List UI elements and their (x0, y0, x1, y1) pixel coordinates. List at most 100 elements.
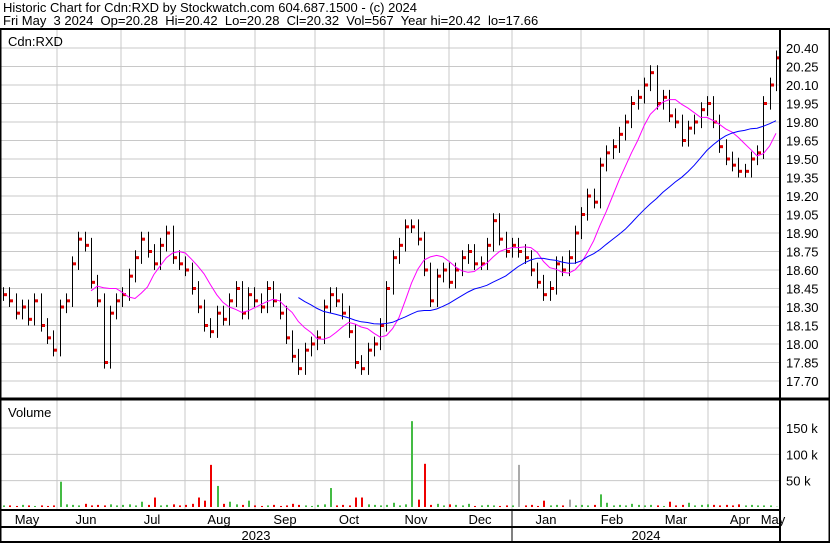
volume-bar (179, 505, 181, 508)
volume-bar (763, 505, 765, 508)
close-tick (645, 83, 648, 87)
close-tick (563, 268, 566, 272)
price-tick-label: 20.10 (786, 78, 819, 93)
month-label: Feb (601, 512, 623, 527)
year-label: 2023 (242, 528, 271, 543)
close-tick (702, 108, 705, 112)
close-tick (708, 102, 711, 105)
volume-bar (28, 505, 30, 508)
year-label: 2024 (632, 528, 661, 543)
volume-bar (317, 504, 319, 508)
close-tick (174, 256, 177, 260)
close-tick (576, 231, 579, 235)
volume-bar (575, 505, 577, 508)
close-tick (513, 243, 516, 247)
price-tick-label: 19.50 (786, 152, 819, 167)
volume-bar (569, 499, 571, 508)
volume-bar (506, 505, 508, 508)
volume-bar (418, 499, 420, 508)
close-tick (425, 268, 428, 272)
close-tick (544, 293, 547, 297)
month-label: Aug (207, 512, 230, 527)
close-tick (683, 139, 686, 142)
close-tick (193, 287, 196, 290)
month-label: Dec (468, 512, 492, 527)
close-tick (475, 262, 478, 266)
close-tick (249, 293, 252, 297)
close-tick (538, 280, 541, 284)
volume-bar (675, 505, 677, 508)
close-tick (375, 342, 378, 346)
volume-bar (455, 504, 457, 508)
volume-bar (531, 504, 533, 508)
volume-bar (770, 505, 772, 508)
volume-bar (3, 505, 5, 508)
price-tick-label: 18.90 (786, 226, 819, 241)
volume-bar (53, 505, 55, 508)
volume-bar (22, 504, 24, 508)
volume-bar (85, 503, 87, 508)
close-tick (149, 250, 152, 253)
stock-chart-window: Historic Chart for Cdn:RXD by Stockwatch… (0, 0, 830, 543)
volume-bar (198, 497, 200, 508)
close-tick (54, 348, 57, 352)
close-tick (312, 342, 315, 346)
volume-bar (650, 504, 652, 508)
close-tick (739, 169, 742, 173)
volume-pane-label: Volume (8, 405, 51, 420)
price-tick-label: 18.45 (786, 282, 819, 297)
close-tick (639, 95, 642, 99)
volume-bar (713, 504, 715, 508)
volume-bar (330, 488, 332, 508)
volume-bar (669, 501, 671, 508)
close-tick (676, 120, 679, 124)
close-tick (764, 102, 767, 105)
close-tick (438, 274, 441, 278)
ohlc-bars (3, 50, 780, 375)
price-volume-chart: 20.40 20.25 20.10 19.95 19.80 19.65 19.50 19.35… (0, 28, 830, 543)
price-tick-label: 19.20 (786, 189, 819, 204)
volume-bar (738, 504, 740, 508)
close-tick (651, 71, 654, 75)
close-tick (507, 250, 510, 253)
close-tick (155, 262, 158, 266)
close-tick (262, 305, 265, 309)
volume-bar (204, 500, 206, 508)
close-tick (111, 311, 114, 315)
close-tick (746, 169, 749, 173)
close-tick (293, 354, 296, 358)
close-tick (306, 348, 309, 352)
close-tick (224, 317, 227, 321)
volume-bar (229, 501, 231, 508)
close-tick (205, 324, 208, 327)
close-tick (400, 243, 403, 247)
price-tick-label: 20.40 (786, 41, 819, 56)
volume-bar (606, 502, 608, 508)
volume-bar (368, 504, 370, 508)
volume-bar (468, 503, 470, 508)
volume-bar (286, 505, 288, 508)
volume-bar (305, 505, 307, 508)
volume-bar (587, 505, 589, 508)
close-tick (325, 305, 328, 309)
volume-bar (663, 505, 665, 508)
volume-bar (625, 505, 627, 508)
volume-bar (104, 505, 106, 508)
volume-bar (66, 504, 68, 508)
close-tick (526, 256, 529, 260)
volume-bar (9, 505, 11, 508)
volume-bar (349, 505, 351, 508)
close-tick (255, 299, 258, 303)
close-tick (500, 237, 503, 241)
volume-bar (173, 504, 175, 508)
volume-bar (160, 505, 162, 508)
close-tick (61, 305, 64, 309)
month-label: May (761, 512, 786, 527)
volume-bar (129, 504, 131, 508)
price-tick-label: 18.60 (786, 263, 819, 278)
close-tick (142, 237, 145, 241)
chart-frame (0, 28, 830, 543)
volume-bar (110, 504, 112, 508)
volume-bar (236, 504, 238, 508)
volume-bar (638, 504, 640, 508)
